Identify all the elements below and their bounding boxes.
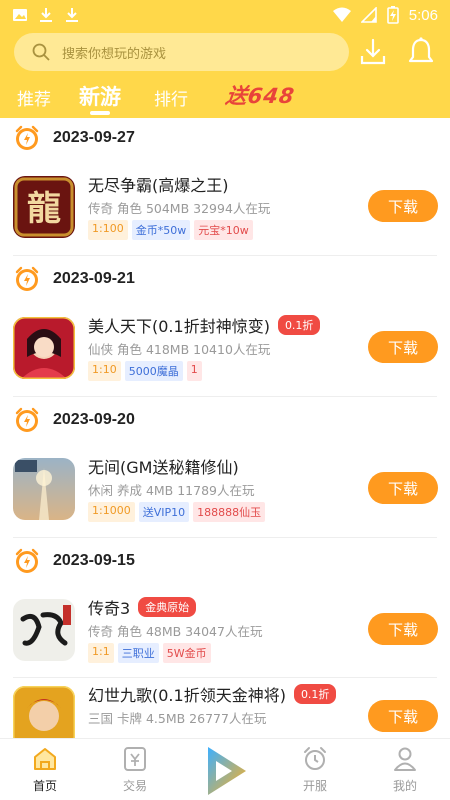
date-label: 2023-09-27: [53, 129, 135, 146]
download-button[interactable]: 下载: [368, 613, 438, 645]
date-label: 2023-09-21: [53, 270, 135, 287]
wifi-icon: [332, 7, 351, 22]
search-bar[interactable]: 搜索你想玩的游戏: [14, 33, 349, 71]
download-button[interactable]: 下载: [368, 472, 438, 504]
nav-label: 交易: [122, 779, 147, 793]
nav-home[interactable]: 首页: [0, 739, 90, 800]
game-item[interactable]: 龍 无尽争霸(高爆之王) 传奇 角色 504MB 32994人在玩 1:100 …: [0, 158, 450, 254]
status-bar: 5:06: [0, 0, 450, 30]
game-icon: 龍: [13, 176, 75, 238]
tag: 元宝*10w: [194, 220, 253, 240]
tag: 1:100: [88, 220, 128, 240]
game-tags: 1:10 5000魔晶 1: [88, 361, 202, 381]
date-header: 2023-09-27: [0, 118, 450, 158]
date-label: 2023-09-15: [53, 552, 135, 569]
game-item[interactable]: 美人天下(0.1折封神惊变) 0.1折 仙侠 角色 418MB 10410人在玩…: [0, 299, 450, 395]
game-name: 美人天下(0.1折封神惊变): [88, 317, 270, 336]
game-icon: [13, 317, 75, 379]
signal-icon: [360, 7, 377, 23]
game-meta: 休闲 养成 4MB 11789人在玩: [88, 483, 255, 498]
game-icon: [13, 686, 75, 738]
promo-banner[interactable]: 送648: [224, 80, 297, 110]
game-tags: 1:1 三职业 5W金币: [88, 643, 211, 663]
divider: [13, 396, 437, 397]
nav-server[interactable]: 开服: [270, 739, 360, 800]
game-name: 传奇3: [88, 599, 131, 618]
clock-icon: [15, 266, 39, 291]
nav-label: 我的: [392, 779, 417, 793]
nav-profile[interactable]: 我的: [360, 739, 450, 800]
tab-new-games[interactable]: 新游: [79, 81, 121, 111]
download-button[interactable]: 下载: [368, 700, 438, 732]
tag: 1: [186, 361, 202, 381]
game-item[interactable]: 传奇3 金典原始 传奇 角色 48MB 34047人在玩 1:1 三职业 5W金…: [0, 581, 450, 677]
tag: 1:10: [88, 361, 121, 381]
play-icon[interactable]: [200, 743, 252, 799]
divider: [13, 537, 437, 538]
game-item[interactable]: 幻世九歌(0.1折领天金神将) 0.1折 三国 卡牌 4.5MB 26777人在…: [0, 668, 450, 738]
download-button[interactable]: 下载: [368, 190, 438, 222]
tag: 1:1000: [88, 502, 135, 522]
tag: 三职业: [117, 643, 159, 663]
bell-icon[interactable]: [405, 36, 437, 68]
tag: 送VIP10: [138, 502, 190, 522]
download-manager-icon[interactable]: [357, 36, 389, 68]
edition-badge: 金典原始: [138, 597, 197, 617]
clock-icon: [15, 548, 39, 573]
svg-text:龍: 龍: [27, 189, 61, 229]
clock-icon: [15, 125, 39, 150]
user-icon: [394, 747, 416, 771]
nav-trade[interactable]: 交易: [90, 739, 180, 800]
divider: [13, 255, 437, 256]
battery-icon: [386, 6, 399, 24]
tab-recommend[interactable]: 推荐: [17, 85, 51, 110]
tag: 金币*50w: [131, 220, 191, 240]
game-tags: 1:100 金币*50w 元宝*10w: [88, 220, 253, 240]
game-name: 无间(GM送秘籍修仙): [88, 458, 239, 477]
date-header: 2023-09-20: [0, 400, 450, 440]
tag: 1:1: [88, 643, 114, 663]
date-header: 2023-09-21: [0, 259, 450, 299]
game-meta: 传奇 角色 504MB 32994人在玩: [88, 201, 271, 216]
game-meta: 仙侠 角色 418MB 10410人在玩: [88, 342, 271, 357]
tab-indicator: [90, 111, 110, 115]
clock-icon: [15, 407, 39, 432]
search-icon: [32, 43, 50, 61]
game-name: 幻世九歌(0.1折领天金神将): [88, 686, 286, 705]
top-tabs: 推荐 新游 排行 送648: [0, 78, 450, 118]
bottom-nav: 首页 交易 开服 我的: [0, 738, 450, 800]
tab-ranking[interactable]: 排行: [154, 85, 188, 110]
image-icon: [13, 9, 27, 21]
clock-time: 5:06: [408, 6, 438, 24]
download-icon: [40, 8, 52, 22]
game-icon: [13, 599, 75, 661]
game-item[interactable]: 无间(GM送秘籍修仙) 休闲 养成 4MB 11789人在玩 1:1000 送V…: [0, 440, 450, 536]
game-name: 无尽争霸(高爆之王): [88, 176, 229, 195]
game-meta: 传奇 角色 48MB 34047人在玩: [88, 624, 263, 639]
date-header: 2023-09-15: [0, 541, 450, 581]
download-icon: [66, 8, 78, 22]
header: 5:06 搜索你想玩的游戏 推荐 新游 排行 送648: [0, 0, 450, 118]
discount-badge: 0.1折: [293, 684, 337, 704]
search-placeholder: 搜索你想玩的游戏: [62, 46, 167, 62]
tag: 5W金币: [162, 643, 211, 663]
tag: 5000魔晶: [124, 361, 183, 381]
game-icon: [13, 458, 75, 520]
date-label: 2023-09-20: [53, 411, 135, 428]
discount-badge: 0.1折: [277, 315, 321, 335]
home-icon: [34, 748, 56, 770]
game-tags: 1:1000 送VIP10 188888仙玉: [88, 502, 266, 522]
new-games-list: 2023-09-27 龍 无尽争霸(高爆之王) 传奇 角色 504MB 3299…: [0, 118, 450, 738]
alarm-icon: [304, 747, 326, 770]
download-button[interactable]: 下载: [368, 331, 438, 363]
trade-icon: [124, 747, 146, 771]
nav-label: 首页: [32, 779, 57, 793]
game-meta: 三国 卡牌 4.5MB 26777人在玩: [88, 711, 267, 726]
nav-label: 开服: [302, 779, 327, 793]
tag: 188888仙玉: [193, 502, 266, 522]
